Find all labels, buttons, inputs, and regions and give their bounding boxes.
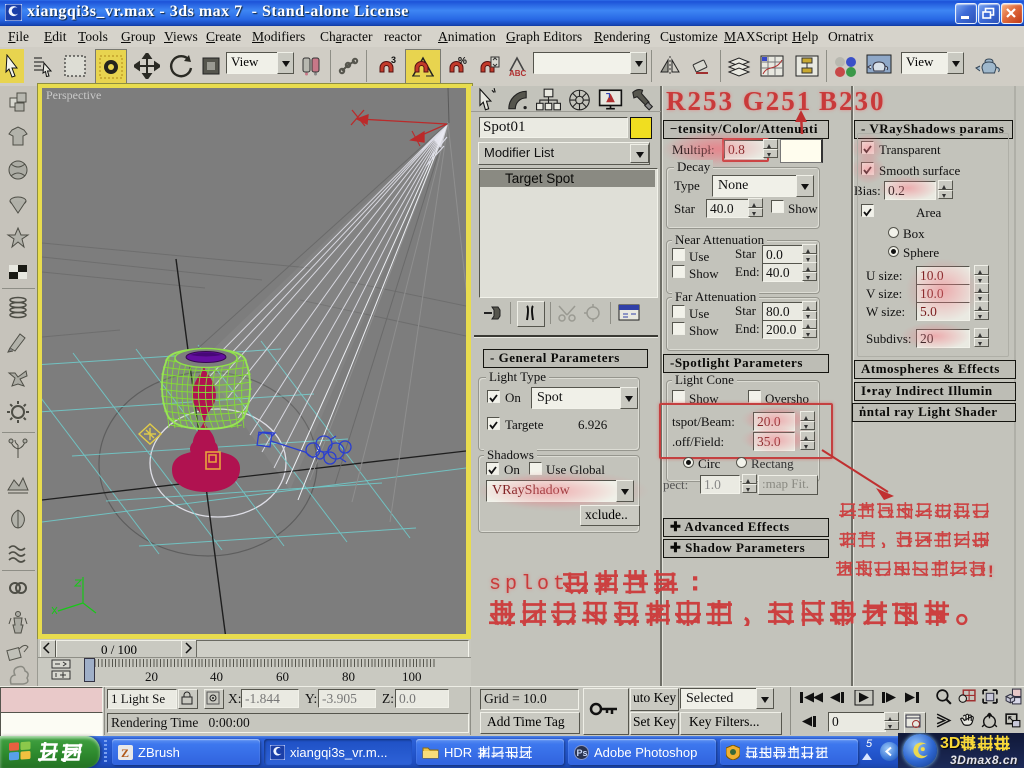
svg-text:ABC: ABC [509, 69, 527, 77]
svg-text:Perspective: Perspective [46, 88, 101, 102]
svg-text:Ps: Ps [577, 748, 588, 758]
svg-text:%: % [458, 56, 467, 67]
svg-text:3: 3 [391, 55, 396, 65]
svg-text:Z: Z [121, 746, 129, 760]
